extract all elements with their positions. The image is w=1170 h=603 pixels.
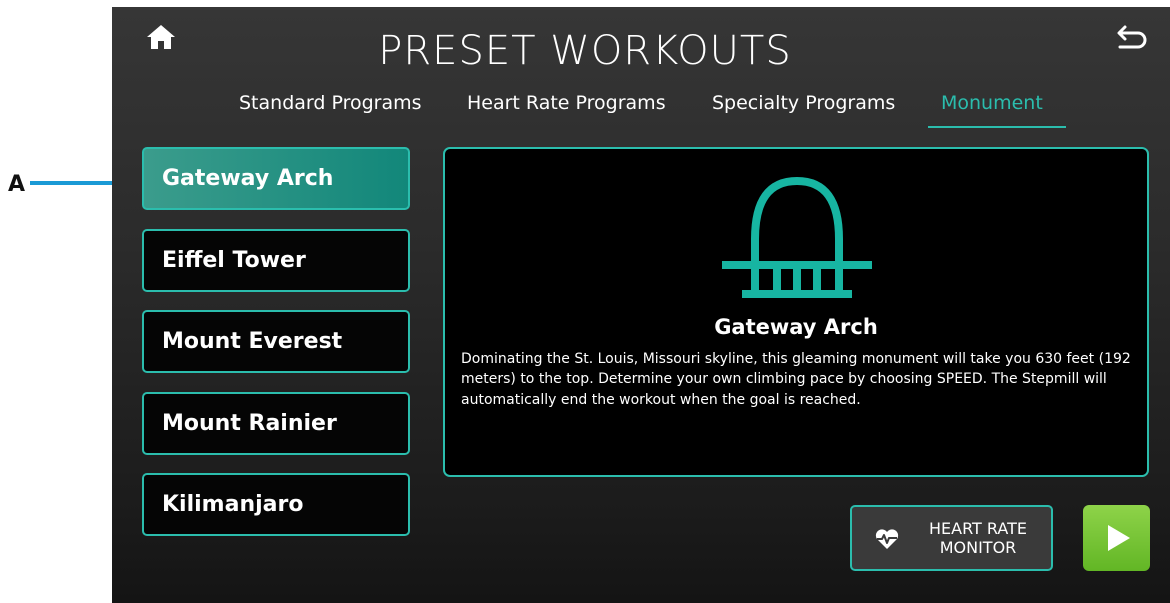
detail-title: Gateway Arch <box>714 315 878 339</box>
tab-heart-rate-programs[interactable]: Heart Rate Programs <box>467 92 666 114</box>
start-workout-button[interactable] <box>1083 505 1150 571</box>
tab-monument[interactable]: Monument <box>941 92 1043 114</box>
play-icon <box>1103 523 1133 553</box>
program-label: Eiffel Tower <box>162 248 306 273</box>
active-tab-indicator <box>928 126 1066 128</box>
program-kilimanjaro-button[interactable]: Kilimanjaro <box>142 473 410 536</box>
back-arrow-icon[interactable] <box>1116 24 1148 50</box>
program-gateway-arch-button[interactable]: Gateway Arch <box>142 147 410 210</box>
gateway-arch-icon <box>720 167 874 299</box>
program-label: Kilimanjaro <box>162 492 304 517</box>
heart-rate-monitor-label: HEART RATE MONITOR <box>929 519 1027 558</box>
program-mount-everest-button[interactable]: Mount Everest <box>142 310 410 373</box>
program-mount-rainier-button[interactable]: Mount Rainier <box>142 392 410 455</box>
program-eiffel-tower-button[interactable]: Eiffel Tower <box>142 229 410 292</box>
heart-rate-monitor-button[interactable]: HEART RATE MONITOR <box>850 505 1053 571</box>
detail-description: Dominating the St. Louis, Missouri skyli… <box>461 351 1131 408</box>
program-label: Mount Rainier <box>162 411 337 436</box>
tab-specialty-programs[interactable]: Specialty Programs <box>712 92 895 114</box>
program-label: Gateway Arch <box>162 166 334 191</box>
program-detail-panel: Gateway Arch Dominating the St. Louis, M… <box>443 147 1149 477</box>
heart-pulse-icon <box>874 527 900 551</box>
tab-standard-programs[interactable]: Standard Programs <box>239 92 422 114</box>
program-label: Mount Everest <box>162 329 343 354</box>
callout-letter: A <box>8 172 26 197</box>
page-title: PRESET WORKOUTS <box>378 28 792 74</box>
